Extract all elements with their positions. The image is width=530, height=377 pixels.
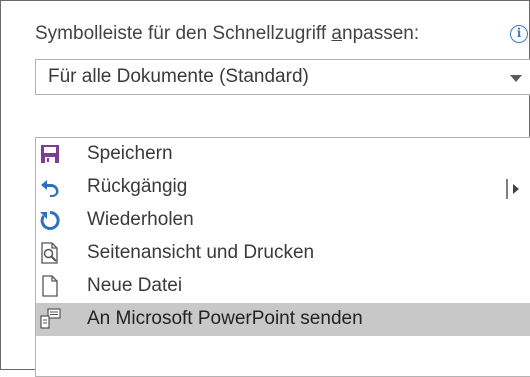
header-text-end: npassen: [342,23,420,44]
command-label: An Microsoft PowerPoint senden [87,308,363,329]
redo-icon [40,210,60,230]
header-text-start: Symbolleiste für den Schnellzugriff [35,23,332,44]
document-scope-dropdown[interactable]: Für alle Dokumente (Standard) [35,59,530,95]
submenu-arrow-icon [506,179,519,199]
list-item[interactable]: Speichern [36,138,530,171]
list-item[interactable]: Neue Datei [36,270,530,303]
print-preview-icon [41,242,58,264]
command-label: Speichern [87,143,173,164]
list-item[interactable]: Rückgängig [36,171,530,204]
list-item-selected[interactable]: An Microsoft PowerPoint senden [36,303,530,336]
document-scope-value: Für alle Dokumente (Standard) [48,66,309,87]
command-label: Seitenansicht und Drucken [87,242,315,263]
list-item[interactable]: Seitenansicht und Drucken [36,237,530,270]
new-file-icon [42,275,58,297]
header-accelerator-key: a [331,23,342,44]
customize-qat-panel: Symbolleiste für den Schnellzugriff anpa… [0,0,530,377]
save-icon [41,145,59,163]
command-label: Neue Datei [87,275,183,296]
chevron-down-icon[interactable] [510,75,522,82]
info-icon[interactable]: i [510,25,528,43]
customize-qat-label: Symbolleiste für den Schnellzugriff anpa… [35,23,419,45]
send-to-powerpoint-icon [40,308,61,329]
list-item[interactable]: Wiederholen [36,204,530,237]
qat-command-list[interactable]: Speichern Rückgängig Wiederholen Seitena… [35,137,530,377]
command-label: Wiederholen [87,209,194,230]
command-label: Rückgängig [87,176,188,197]
undo-icon [41,180,59,197]
